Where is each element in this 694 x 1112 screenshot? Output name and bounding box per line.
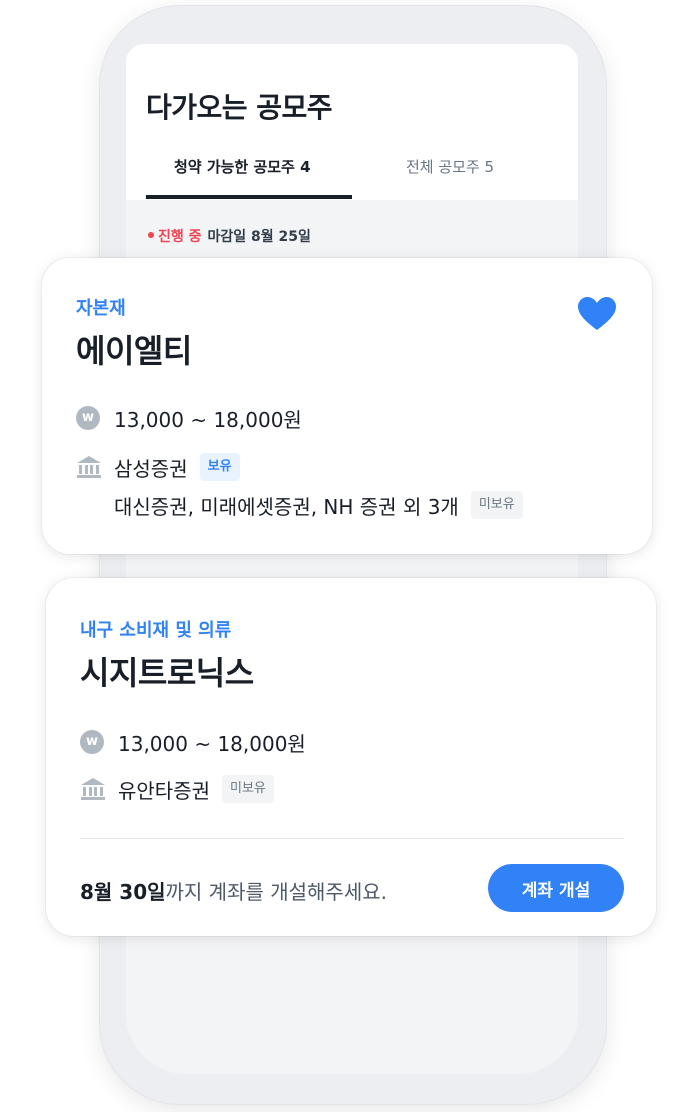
card-divider [80,838,624,839]
status-live: 진행 중 [158,229,202,245]
price-row: w 13,000 ~ 18,000원 [80,728,306,756]
broker-names-other: 대신증권, 미래에셋증권, NH 증권 외 3개 [114,494,459,519]
card-company-name: 시지트로닉스 [80,654,254,692]
won-coin-icon: w [76,406,100,430]
broker-name: 유안타증권 [118,778,210,803]
card-company-name: 에이엘티 [76,332,192,370]
ipo-card-sitronics[interactable]: 내구 소비재 및 의류 시지트로닉스 w 13,000 ~ 18,000원 유안… [46,578,656,936]
card-category: 자본재 [76,298,126,319]
status-deadline: 마감일 8월 25일 [207,229,311,245]
tab-available-ipos[interactable]: 청약 가능한 공모주 4 [174,156,311,177]
price-row: w 13,000 ~ 18,000원 [76,404,302,432]
not-owned-badge: 미보유 [222,775,274,803]
tab-all-ipos[interactable]: 전체 공모주 5 [406,156,494,177]
broker-row: 삼성증권 보유 [76,452,240,482]
not-owned-badge: 미보유 [470,491,523,519]
owned-badge: 보유 [199,453,240,481]
screen-header: 다가오는 공모주 청약 가능한 공모주 4 전체 공모주 5 [126,44,578,200]
price-range: 13,000 ~ 18,000원 [118,731,306,756]
price-range: 13,000 ~ 18,000원 [114,407,302,432]
status-row: 진행 중 마감일 8월 25일 [148,226,311,246]
open-account-button[interactable]: 계좌 개설 [488,864,624,912]
heart-icon[interactable] [577,296,617,332]
broker-row: 유안타증권 미보유 [80,774,274,804]
account-open-text: 까지 계좌를 개설해주세요. [165,880,387,904]
broker-row-other: 대신증권, 미래에셋증권, NH 증권 외 3개 미보유 [114,490,523,520]
bank-icon [81,778,105,800]
ipo-card-alt[interactable]: 자본재 에이엘티 w 13,000 ~ 18,000원 삼성증권 보유 대신증권… [42,258,652,554]
account-open-date: 8월 30일 [80,880,166,904]
account-open-message: 8월 30일까지 계좌를 개설해주세요. [80,876,387,905]
card-category: 내구 소비재 및 의류 [80,620,232,641]
bank-icon [77,456,101,478]
live-dot-icon [148,232,154,238]
page-title: 다가오는 공모주 [146,91,333,124]
broker-name: 삼성증권 [114,456,188,481]
phone-frame: 다가오는 공모주 청약 가능한 공모주 4 전체 공모주 5 진행 중 마감일 8… [100,6,606,1104]
won-coin-icon: w [80,730,104,754]
active-tab-indicator [146,195,352,199]
